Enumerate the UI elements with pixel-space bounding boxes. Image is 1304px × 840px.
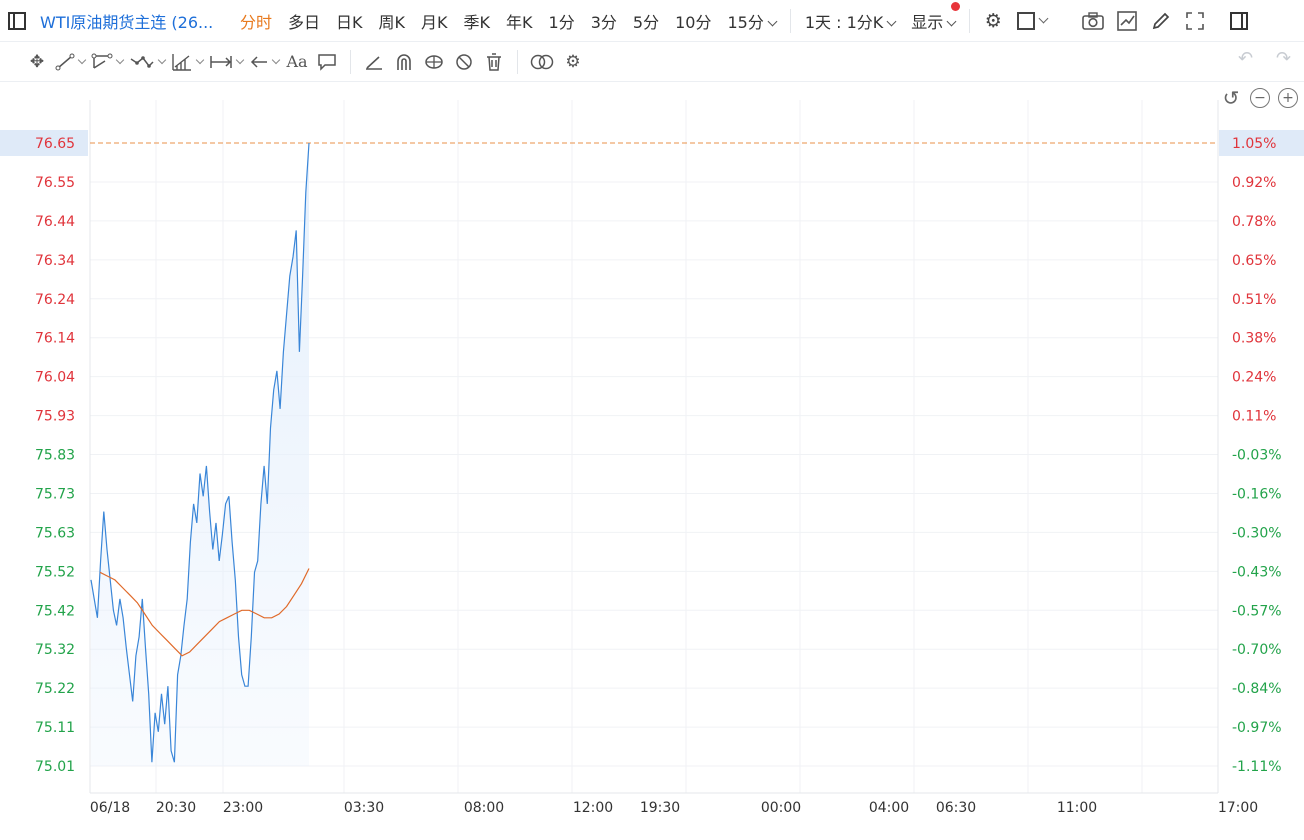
y-tick-label: 76.65 bbox=[35, 136, 75, 152]
pct-tick-label: -0.43% bbox=[1232, 564, 1282, 580]
pct-tick-label: -0.16% bbox=[1232, 486, 1282, 502]
pct-tick-label: 0.38% bbox=[1232, 331, 1276, 347]
pct-tick-label: -0.70% bbox=[1232, 642, 1282, 658]
y-tick-label: 76.24 bbox=[35, 292, 75, 308]
pct-tick-label: -0.84% bbox=[1232, 681, 1282, 697]
pct-tick-label: -0.03% bbox=[1232, 448, 1282, 464]
x-tick-label: 06:30 bbox=[936, 800, 976, 816]
x-tick-label: 03:30 bbox=[344, 800, 384, 816]
pct-tick-label: 0.24% bbox=[1232, 370, 1276, 386]
y-tick-label: 75.52 bbox=[35, 564, 75, 580]
y-tick-label: 75.42 bbox=[35, 603, 75, 619]
pct-tick-label: 0.65% bbox=[1232, 253, 1276, 269]
y-tick-label: 76.14 bbox=[35, 331, 75, 347]
y-tick-label: 75.32 bbox=[35, 642, 75, 658]
pct-tick-label: 0.92% bbox=[1232, 175, 1276, 191]
y-tick-label: 75.63 bbox=[35, 525, 75, 541]
x-tick-label: 20:30 bbox=[156, 800, 196, 816]
x-tick-label: 23:00 bbox=[223, 800, 263, 816]
pct-tick-label: -0.30% bbox=[1232, 525, 1282, 541]
x-tick-label: 19:30 bbox=[640, 800, 680, 816]
y-tick-label: 75.22 bbox=[35, 681, 75, 697]
y-tick-label: 75.73 bbox=[35, 486, 75, 502]
x-tick-label: 12:00 bbox=[573, 800, 613, 816]
pct-tick-label: -0.97% bbox=[1232, 720, 1282, 736]
x-tick-label: 04:00 bbox=[869, 800, 909, 816]
y-tick-label: 76.04 bbox=[35, 370, 75, 386]
chart-app: WTI原油期货主连 (26... 分时 多日 日K 周K 月K 季K 年K 1分 3分 5分 10分… bbox=[0, 0, 1304, 840]
y-tick-label: 76.34 bbox=[35, 253, 75, 269]
y-tick-label: 75.83 bbox=[35, 448, 75, 464]
y-tick-label: 76.44 bbox=[35, 214, 75, 230]
x-tick-label: 08:00 bbox=[464, 800, 504, 816]
x-tick-label: 17:00 bbox=[1218, 800, 1258, 816]
y-tick-label: 75.01 bbox=[35, 759, 75, 775]
x-tick-label: 00:00 bbox=[761, 800, 801, 816]
pct-tick-label: -0.57% bbox=[1232, 603, 1282, 619]
price-chart[interactable]: 76.65 76.55 76.44 76.34 76.24 76.14 76.04 75.93… bbox=[0, 0, 1304, 840]
pct-tick-label: 0.11% bbox=[1232, 409, 1276, 425]
y-tick-label: 76.55 bbox=[35, 175, 75, 191]
y-tick-label: 75.93 bbox=[35, 409, 75, 425]
x-tick-label: 11:00 bbox=[1057, 800, 1097, 816]
pct-tick-label: -1.11% bbox=[1232, 759, 1282, 775]
y-tick-label: 75.11 bbox=[35, 720, 75, 736]
pct-tick-label: 0.51% bbox=[1232, 292, 1276, 308]
x-tick-label: 06/18 bbox=[90, 800, 130, 816]
pct-tick-label: 0.78% bbox=[1232, 214, 1276, 230]
pct-tick-label: 1.05% bbox=[1232, 136, 1276, 152]
